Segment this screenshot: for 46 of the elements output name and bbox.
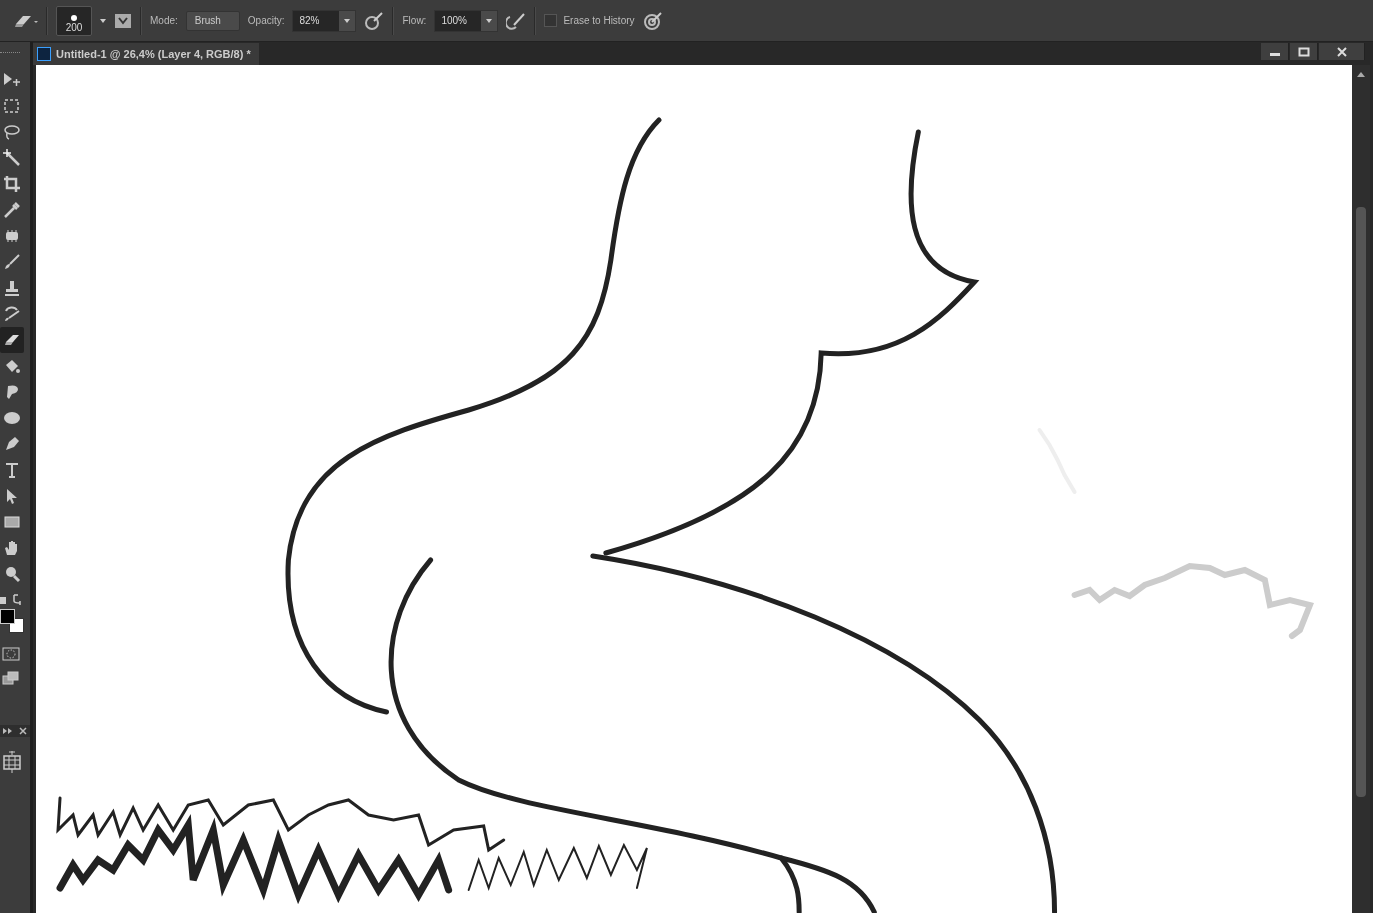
minimize-button[interactable] bbox=[1261, 43, 1289, 60]
screen-mode-icon[interactable] bbox=[2, 671, 20, 685]
brush-size: 200 bbox=[65, 21, 83, 33]
close-icon bbox=[1335, 46, 1348, 57]
type-icon bbox=[3, 461, 21, 479]
bucket-icon bbox=[3, 357, 21, 375]
eyedropper-icon bbox=[3, 201, 21, 219]
stamp-icon bbox=[3, 279, 21, 297]
ps-file-icon bbox=[37, 47, 51, 61]
marquee-icon bbox=[3, 97, 21, 115]
expand-icon[interactable] bbox=[3, 727, 13, 735]
shape-icon bbox=[3, 513, 21, 531]
zoom-icon bbox=[3, 565, 21, 583]
document-title: Untitled-1 @ 26,4% (Layer 4, RGB/8) * bbox=[56, 48, 251, 60]
eraser-tool[interactable] bbox=[0, 327, 24, 353]
opacity-label: Opacity: bbox=[247, 15, 285, 26]
flow-label: Flow: bbox=[402, 15, 427, 26]
brush-icon bbox=[3, 253, 21, 271]
maximize-icon bbox=[1297, 46, 1310, 57]
target-icon[interactable] bbox=[642, 10, 663, 31]
flow-field[interactable]: 100% bbox=[434, 9, 499, 32]
quick-mask-icon[interactable] bbox=[2, 647, 20, 661]
caret-icon[interactable] bbox=[486, 18, 493, 23]
wand-icon bbox=[3, 149, 21, 167]
lasso-icon bbox=[3, 123, 21, 141]
close-button[interactable] bbox=[1319, 43, 1365, 60]
maximize-button[interactable] bbox=[1290, 43, 1318, 60]
opacity-field[interactable]: 82% bbox=[292, 9, 357, 32]
move-icon bbox=[3, 71, 21, 89]
pen-icon bbox=[3, 435, 21, 453]
crop-icon bbox=[3, 175, 21, 193]
brush-panel-icon[interactable] bbox=[114, 12, 132, 29]
history-icon bbox=[3, 305, 21, 323]
mode-label: Mode: bbox=[150, 15, 178, 26]
erase-to-history-checkbox[interactable] bbox=[544, 14, 558, 27]
scroll-up-icon[interactable] bbox=[1357, 71, 1365, 77]
erase-to-history-label: Erase to History bbox=[563, 15, 635, 26]
airbrush-icon[interactable] bbox=[364, 10, 385, 31]
close-icon[interactable] bbox=[19, 727, 27, 735]
minimize-icon bbox=[1269, 53, 1280, 56]
caret-icon[interactable] bbox=[344, 18, 351, 23]
vertical-scrollbar[interactable] bbox=[1352, 65, 1370, 913]
brush-size-picker[interactable]: 200 bbox=[56, 5, 92, 36]
caret-icon[interactable] bbox=[100, 18, 106, 23]
mode-dropdown[interactable]: Brush bbox=[185, 10, 240, 31]
document-tab[interactable]: Untitled-1 @ 26,4% (Layer 4, RGB/8) * bbox=[33, 43, 259, 65]
